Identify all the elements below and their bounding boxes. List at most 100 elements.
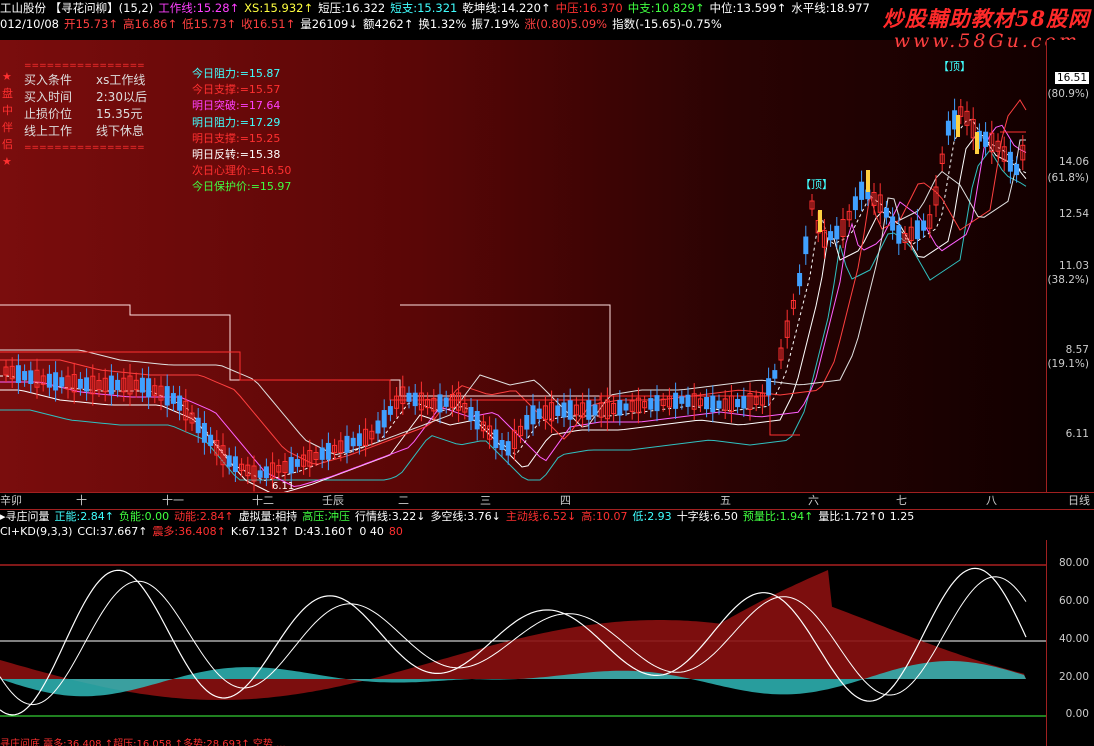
indicator-row-volume: ▸寻庄问量 正能:2.84↑ 负能:0.00 动能:2.84↑ 虚拟量:相持 高压:冲压行…	[0, 509, 919, 525]
candle-body	[797, 273, 803, 287]
indicator-line	[0, 118, 1027, 482]
price-axis-label: (19.1%)	[1047, 358, 1089, 370]
candle-body	[474, 411, 480, 430]
candle-body	[704, 396, 710, 410]
quote-field: 高16.86↑	[123, 17, 178, 31]
candle-body	[437, 394, 443, 413]
header-row-1: 工山股份 【寻花问柳】(15,2) 工作线:15.28↑ XS:15.932↑ 短压:…	[0, 0, 875, 16]
candle-body	[505, 441, 511, 456]
candle-body	[325, 442, 331, 460]
oscillator-axis-label: 60.00	[1058, 595, 1089, 607]
price-level: 今日阻力:=15.87	[192, 67, 281, 80]
indicator-field: 量比:1.72↑0	[818, 510, 885, 523]
candle-body	[567, 400, 573, 420]
price-axis-label: 16.51	[1054, 72, 1089, 84]
quote-field: 涨(0.80)5.09%	[524, 17, 608, 31]
oscillator-panel[interactable]	[0, 540, 1046, 746]
candle-body	[803, 236, 809, 255]
candle-body	[654, 395, 660, 412]
info-key: 止损价位	[24, 107, 73, 121]
trade-info-box: ★ 盘中伴侣 ★ ================ 买入条件 xs工作线 买入时间 2:30以…	[2, 62, 147, 169]
header-row-2: 012/10/08 开15.73↑ 高16.86↑ 低15.73↑ 收16.51↑ 量26…	[0, 16, 727, 32]
candle-body	[493, 429, 499, 449]
candle-body	[319, 447, 325, 460]
price-axis-label: (61.8%)	[1047, 172, 1089, 184]
divider: ================	[24, 143, 145, 153]
candle-body	[115, 379, 121, 391]
info-row: 买入条件 xs工作线	[24, 72, 147, 89]
oscillator-axis-label: 80.00	[1058, 557, 1089, 569]
candle-body	[263, 466, 269, 479]
indicator-field: 正能:2.84↑	[54, 510, 114, 523]
period-selector[interactable]: 日线	[1068, 493, 1090, 509]
candle-body	[375, 420, 381, 434]
oscillator-axis-label: 40.00	[1058, 633, 1089, 645]
candle-body	[536, 408, 542, 420]
candle-body	[859, 181, 865, 200]
price-chart-panel[interactable]: 【顶】 【顶】 6.11 ★ 盘中伴侣 ★ ================ 买入条件 xs工…	[0, 40, 1046, 492]
candle-body	[555, 405, 561, 416]
indicator-field: 虚拟量:相持	[238, 510, 298, 523]
top-tag: 【顶】	[800, 178, 833, 191]
candle-body	[294, 459, 300, 467]
candle-body	[673, 392, 679, 409]
kd-field: K:67.132↑	[230, 525, 290, 538]
candle-body	[177, 395, 183, 411]
candle-body	[524, 414, 530, 430]
time-axis-label: 辛卯	[0, 494, 22, 507]
candle-body	[164, 386, 170, 406]
candle-body	[84, 377, 90, 392]
candle-body	[46, 373, 52, 388]
candle-body	[834, 225, 840, 240]
price-levels-list: 今日阻力:=15.87 今日支撑:=15.57 明日突破:=17.64 明日阻力:=1…	[192, 66, 291, 196]
candle-body	[772, 370, 778, 379]
star-char: 侣	[2, 138, 13, 151]
price-level: 明日反转:=15.38	[192, 148, 281, 162]
candle-body	[617, 399, 623, 416]
header-field: 工作线:15.28↑	[158, 1, 240, 15]
price-axis-label: 11.03	[1058, 260, 1089, 272]
info-row: 止损价位 15.35元	[24, 106, 147, 123]
candle-body	[22, 371, 28, 381]
candle-body	[108, 375, 114, 395]
candle-body	[443, 397, 449, 407]
candle-body	[685, 394, 691, 407]
info-row: 线上工作 线下休息	[24, 123, 147, 140]
price-level: 明日突破:=17.64	[192, 99, 281, 113]
price-axis-label: 12.54	[1058, 208, 1089, 220]
price-chart: 【顶】【顶】6.11	[0, 60, 1027, 492]
header-field: 短压:16.322	[318, 1, 386, 15]
indicator-field: 主动线:6.52↓	[505, 510, 577, 523]
header-field: 短支:15.321	[390, 1, 458, 15]
indicator-field: 预量比:1.94↑	[742, 510, 814, 523]
candle-body	[896, 225, 902, 244]
time-axis-label: 五	[720, 494, 731, 507]
header-field: 工山股份 【寻花问柳】(15,2)	[0, 1, 154, 15]
header-field: 中位:13.599↑	[709, 1, 787, 15]
price-level: 明日阻力:=17.29	[192, 115, 281, 129]
candle-body	[648, 398, 654, 410]
info-value: 2:30以后	[96, 90, 147, 104]
candle-body	[257, 470, 263, 478]
candle-body	[983, 131, 989, 147]
candle-body	[406, 392, 412, 402]
indicator-field: 动能:2.84↑	[174, 510, 234, 523]
time-axis-label: 六	[808, 494, 819, 507]
star-char: 中	[2, 104, 13, 117]
price-axis-label: 6.11	[1065, 428, 1089, 440]
info-value: 15.35元	[96, 107, 143, 121]
time-axis-label: 七	[896, 494, 907, 507]
candle-body	[561, 402, 567, 418]
candle-body	[412, 392, 418, 407]
header-field: 中压:16.370	[555, 1, 623, 15]
candle-body	[146, 378, 152, 398]
candle-body	[735, 398, 741, 408]
candle-body	[828, 231, 834, 241]
indicator-field: 行情线:3.22↓	[355, 510, 426, 523]
price-axis-label: (80.9%)	[1047, 88, 1089, 100]
time-axis: 日线 辛卯 十 十一 十二 壬辰 二 三 四 五 六 七 八	[0, 492, 1094, 510]
price-level: 今日支撑:=15.57	[192, 83, 281, 97]
candle-body	[139, 377, 145, 393]
highlight-candle	[975, 132, 979, 154]
quote-field: 指数(-15.65)-0.75%	[612, 17, 722, 31]
